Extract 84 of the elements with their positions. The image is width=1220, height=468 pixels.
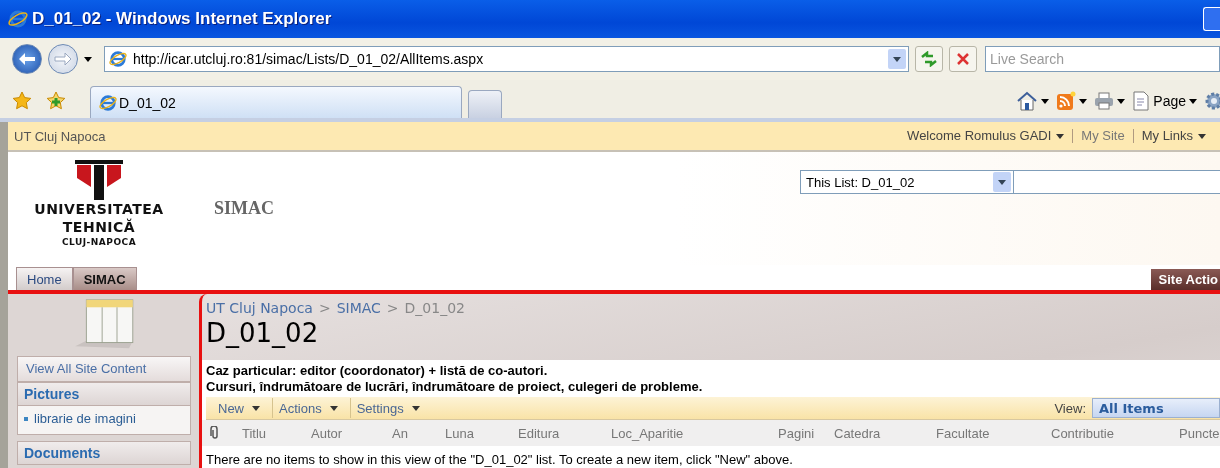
feeds-button[interactable] — [1056, 91, 1088, 111]
back-button[interactable] — [12, 44, 42, 74]
stop-button[interactable] — [949, 46, 977, 72]
caret-icon — [893, 56, 901, 62]
caret-icon — [1079, 98, 1088, 104]
add-favorite-icon[interactable] — [46, 91, 66, 111]
caret-icon — [84, 56, 92, 62]
column-header[interactable]: Catedra — [834, 425, 936, 441]
browser-icon — [99, 93, 117, 112]
refresh-button[interactable] — [915, 46, 943, 72]
page-title: D_01_02 — [205, 317, 320, 350]
search-scope-dropdown[interactable]: This List: D_01_02 — [800, 170, 1014, 194]
breadcrumb-separator: > — [318, 300, 331, 316]
browser-icon — [8, 9, 28, 29]
caret-icon — [1056, 133, 1065, 139]
attachment-icon — [210, 426, 220, 440]
search-field[interactable]: Live Search — [985, 46, 1220, 72]
toolbar-menu[interactable]: Actions — [273, 398, 351, 418]
window-title: D_01_02 - Windows Internet Explorer — [32, 9, 332, 29]
caret-icon — [411, 405, 420, 411]
list-description: Cursuri, îndrumătoare de lucrări, îndrumătoare de proiect, culegeri de probleme. — [206, 379, 704, 395]
star-icon[interactable] — [12, 91, 32, 111]
column-header[interactable]: Editura — [518, 425, 611, 441]
column-header[interactable]: Loc_Aparitie — [611, 425, 778, 441]
sidebar-heading[interactable]: Documents — [17, 441, 191, 465]
breadcrumb-separator: > — [386, 300, 399, 316]
breadcrumb-link[interactable]: D_01_02 — [404, 300, 465, 316]
column-header[interactable]: Titlu — [242, 425, 311, 441]
site-search-field[interactable] — [1014, 170, 1220, 194]
caret-icon — [1117, 98, 1126, 104]
document-icon — [1132, 91, 1151, 111]
column-header[interactable]: Contributie — [1051, 425, 1179, 441]
nav-tab[interactable]: SIMAC — [72, 267, 137, 290]
university-logo-text: TEHNICĂ — [62, 218, 136, 236]
home-icon — [1016, 91, 1039, 111]
column-header[interactable]: Puncte — [1179, 425, 1220, 441]
back-arrow-icon — [18, 52, 36, 66]
settings-icon[interactable] — [1204, 91, 1220, 111]
caret-icon — [329, 405, 338, 411]
column-header[interactable]: An — [392, 425, 445, 441]
breadcrumb-link[interactable]: UT Cluj Napoca — [206, 300, 313, 316]
column-header[interactable]: Pagini — [778, 425, 834, 441]
browser-tab[interactable]: D_01_02 — [90, 86, 462, 118]
dropdown-button[interactable] — [888, 49, 906, 69]
site-link[interactable]: UT Cluj Napoca — [14, 128, 106, 144]
toolbar-menu[interactable]: New — [212, 398, 273, 418]
university-logo-icon — [73, 160, 125, 200]
feed-icon — [1056, 91, 1077, 111]
nav-tab[interactable]: Home — [16, 267, 73, 290]
welcome-menu[interactable]: Welcome Romulus GADI — [899, 129, 1073, 143]
close-icon — [956, 52, 970, 66]
browser-icon — [109, 50, 127, 68]
links-menu[interactable]: My Links — [1132, 129, 1214, 143]
print-button[interactable] — [1094, 92, 1126, 110]
home-button[interactable] — [1016, 91, 1050, 111]
view-label: View: — [1054, 400, 1086, 416]
caret-icon — [252, 405, 260, 411]
site-actions-button[interactable]: Site Actio — [1150, 269, 1220, 290]
caret-icon — [1198, 133, 1206, 139]
view-dropdown[interactable]: All Items — [1092, 398, 1220, 418]
breadcrumb-link[interactable]: SIMAC — [336, 300, 381, 316]
sidebar-heading[interactable]: Pictures — [17, 382, 191, 406]
minimize-button[interactable] — [1203, 7, 1220, 31]
site-title: SIMAC — [214, 198, 274, 219]
view-all-link[interactable]: View All Site Content — [17, 356, 191, 382]
university-logo-text: CLUJ-NAPOCA — [61, 236, 137, 249]
forward-arrow-icon — [54, 52, 72, 66]
address-field[interactable]: http://icar.utcluj.ro:81/simac/Lists/D_01_02/AllItems.aspx — [104, 46, 909, 72]
list-description: Caz particular: editor (coordonator) + listă de co-autori. — [206, 363, 549, 379]
caret-icon — [1041, 98, 1050, 104]
caret-icon — [998, 179, 1006, 185]
refresh-icon — [920, 51, 938, 67]
toolbar-menu[interactable]: Settings — [350, 398, 432, 418]
printer-icon — [1094, 92, 1115, 110]
forward-button[interactable] — [48, 44, 78, 74]
caret-icon — [1189, 98, 1197, 104]
university-logo-text: UNIVERSITATEA — [34, 200, 164, 218]
sidebar-item[interactable]: librarie de imagini — [17, 406, 191, 435]
site-link[interactable]: My Site — [1072, 129, 1133, 143]
column-header[interactable]: Luna — [445, 425, 518, 441]
column-header[interactable]: Autor — [311, 425, 392, 441]
page-menu-button[interactable]: Page — [1132, 91, 1197, 111]
column-header[interactable]: Facultate — [936, 425, 1051, 441]
empty-list-message: There are no items to show in this view of the "D_01_02" list. To create a new item, click "New" above. — [202, 446, 1220, 468]
